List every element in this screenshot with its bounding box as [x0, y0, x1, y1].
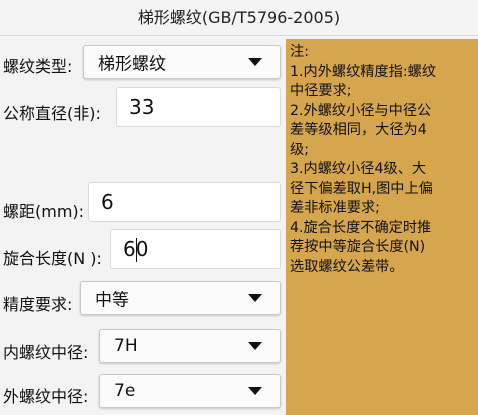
external-pitch-diameter-select[interactable]: 7e	[99, 374, 281, 408]
thread-type-label: 螺纹类型:	[3, 57, 73, 76]
notes-line: 径下偏差取H,图中上偏	[290, 180, 433, 197]
notes-line: 级;	[290, 141, 309, 158]
nominal-diameter-input[interactable]: 33	[116, 87, 281, 127]
notes-line: 1.内外螺纹精度指:螺纹	[290, 63, 437, 80]
notes-line: 选取螺纹公差带。	[290, 258, 404, 275]
notes-panel: 注: 1.内外螺纹精度指:螺纹 中径要求; 2.外螺纹小径与中径公 差等级相同，…	[286, 39, 478, 415]
internal-pitch-diameter-value: 7H	[114, 336, 138, 356]
notes-line: 荐按中等旋合长度(N)	[290, 239, 426, 255]
notes-line: 2.外螺纹小径与中径公	[290, 102, 432, 119]
dropdown-arrow-icon	[248, 342, 262, 350]
pitch-value: 6	[101, 190, 114, 214]
text-cursor	[136, 238, 137, 262]
external-pitch-diameter-value: 7e	[114, 381, 136, 401]
dropdown-arrow-icon	[248, 387, 262, 395]
notes-line: 3.内螺纹小径4级、大	[290, 161, 427, 177]
notes-line: 中径要求;	[290, 83, 352, 99]
external-pitch-diameter-label: 外螺纹中径:	[3, 387, 89, 406]
dropdown-arrow-icon	[248, 294, 262, 302]
pitch-input[interactable]: 6	[88, 182, 281, 222]
thread-type-value: 梯形螺纹	[98, 54, 166, 75]
engagement-length-label: 旋合长度(N ):	[3, 249, 102, 268]
nominal-diameter-label: 公称直径(非):	[3, 104, 101, 123]
notes-line: 差等级相同，大径为4	[290, 122, 427, 138]
engagement-length-input[interactable]: 60	[110, 229, 281, 269]
thread-type-select[interactable]: 梯形螺纹	[83, 45, 281, 79]
precision-value: 中等	[95, 290, 129, 311]
dropdown-arrow-icon	[248, 58, 262, 66]
app-title: 梯形螺纹(GB/T5796-2005)	[0, 0, 478, 38]
internal-pitch-diameter-label: 内螺纹中径:	[3, 343, 89, 362]
internal-pitch-diameter-select[interactable]: 7H	[99, 329, 281, 363]
precision-select[interactable]: 中等	[80, 281, 281, 315]
notes-line: 注:	[290, 44, 309, 60]
nominal-diameter-value: 33	[129, 95, 155, 119]
precision-label: 精度要求:	[3, 295, 73, 314]
pitch-label: 螺距(mm):	[3, 202, 85, 221]
notes-line: 差非标准要求;	[290, 200, 380, 216]
notes-line: 4.旋合长度不确定时推	[290, 219, 432, 236]
